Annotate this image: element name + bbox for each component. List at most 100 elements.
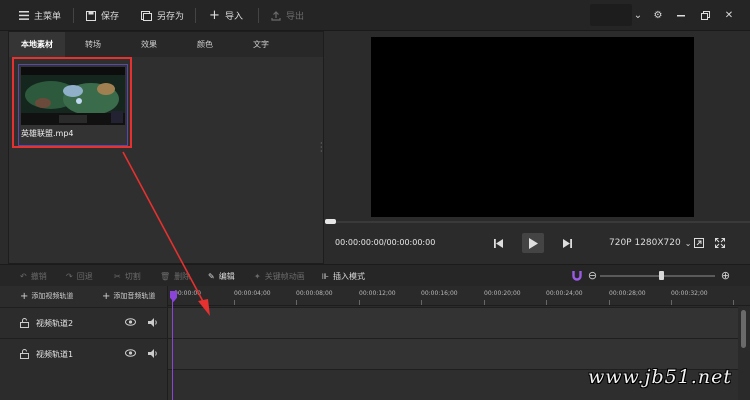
delete-button[interactable]: 🗑 删除	[160, 265, 190, 287]
edit-button[interactable]: ✎ 编辑	[208, 265, 235, 287]
undo-button[interactable]: ↶ 撤销	[20, 265, 47, 287]
settings-gear-icon[interactable]: ⚙	[647, 0, 669, 31]
ruler-tick	[234, 300, 235, 305]
save-as-button[interactable]: 另存为	[141, 0, 184, 31]
ruler-tick	[484, 300, 485, 305]
resolution-value: 720P 1280X720	[609, 238, 681, 248]
close-icon[interactable]: ✕	[718, 0, 740, 31]
scissors-icon: ✂	[114, 271, 121, 281]
fullscreen-icon[interactable]	[710, 233, 730, 253]
undo-icon: ↶	[20, 271, 27, 281]
export-button[interactable]: 导出	[270, 0, 304, 31]
speaker-icon[interactable]	[148, 318, 159, 329]
ruler-tick	[733, 300, 734, 305]
restore-icon[interactable]	[694, 0, 716, 31]
preview-panel: 00:00:00:00/00:00:00:00 720P 1280X720 ⌄	[325, 31, 750, 264]
undo-label: 撤销	[30, 271, 47, 281]
save-button[interactable]: 保存	[85, 0, 119, 31]
track-lane-video-2[interactable]	[168, 307, 738, 338]
track-label: 视频轨道1	[36, 350, 74, 359]
tab-text[interactable]: 文字	[233, 32, 289, 57]
panel-resize-handle[interactable]: · · ·	[320, 140, 323, 156]
minimize-icon[interactable]	[670, 0, 692, 31]
speaker-icon[interactable]	[148, 349, 159, 360]
ruler-tick-label: 00:00:12;00	[359, 290, 396, 297]
ruler-tick	[359, 300, 360, 305]
edit-label: 编辑	[218, 271, 235, 281]
import-label: 导入	[225, 12, 244, 22]
redo-button[interactable]: ↷ 回退	[66, 265, 93, 287]
zoom-slider-handle[interactable]	[659, 271, 664, 280]
save-icon	[85, 10, 96, 21]
watermark: www.jb51.net	[588, 366, 732, 388]
resolution-select[interactable]: 720P 1280X720 ⌄	[609, 238, 691, 248]
zoom-slider-track[interactable]	[600, 275, 715, 277]
tab-effects[interactable]: 效果	[121, 32, 177, 57]
tab-transitions[interactable]: 转场	[65, 32, 121, 57]
save-as-label: 另存为	[157, 12, 185, 22]
zoom-in-icon[interactable]: ⊕	[719, 269, 732, 282]
ruler-tick-label: 00:00:04;00	[234, 290, 271, 297]
timeline-ruler[interactable]: 00:00:00 00:00:04;00 00:00:08;00 00:00:1…	[168, 286, 750, 306]
ruler-tick	[421, 300, 422, 305]
pencil-icon: ✎	[208, 271, 215, 281]
delete-label: 删除	[174, 271, 191, 281]
insert-mode-label: 插入模式	[332, 271, 365, 281]
ruler-tick	[296, 300, 297, 305]
export-icon	[270, 10, 281, 21]
divider	[258, 8, 259, 23]
import-button[interactable]: + 导入	[209, 0, 243, 31]
insert-mode-button[interactable]: ⊪ 插入模式	[322, 265, 365, 287]
media-library-panel: 本地素材 转场 效果 颜色 文字 英雄联盟.mp4 · · ·	[8, 31, 324, 264]
lock-icon[interactable]	[20, 318, 29, 330]
video-preview-canvas	[371, 37, 694, 217]
trash-icon: 🗑	[160, 271, 171, 281]
scrollbar-thumb[interactable]	[741, 310, 746, 348]
add-audio-track-button[interactable]: + 添加音频轨道	[102, 286, 155, 306]
lock-icon[interactable]	[20, 349, 29, 361]
tab-local-media[interactable]: 本地素材	[9, 32, 65, 57]
dropdown-icon[interactable]: ⌄	[627, 0, 649, 31]
track-lane-video-1[interactable]	[168, 338, 738, 369]
ruler-tick-label: 00:00:28;00	[609, 290, 646, 297]
track-header-area: + 添加视频轨道 + 添加音频轨道 视频轨道2 视频轨道1	[0, 286, 168, 400]
hamburger-icon	[18, 10, 29, 21]
ruler-tick-label: 00:00:16;00	[421, 290, 458, 297]
top-menu-bar: 主菜单 保存 另存为 + 导入 导出 ⌄ ⚙ ✕	[0, 0, 750, 31]
redo-label: 回退	[76, 271, 93, 281]
timeline-scrollbar[interactable]	[738, 306, 750, 400]
ruler-tick-label: 00:00:24;00	[546, 290, 583, 297]
eye-icon[interactable]	[125, 318, 136, 328]
preview-scrub-handle[interactable]	[325, 219, 336, 224]
zoom-out-icon[interactable]: ⊖	[586, 269, 599, 282]
eye-icon[interactable]	[125, 349, 136, 359]
save-as-icon	[141, 10, 152, 21]
ruler-tick-label: 00:00:00	[174, 290, 201, 297]
magnet-snap-icon[interactable]	[571, 269, 583, 282]
track-header-video-1: 视频轨道1	[0, 338, 168, 369]
ruler-tick-label: 00:00:20;00	[484, 290, 521, 297]
previous-frame-icon[interactable]	[488, 233, 508, 253]
keyframe-label: 关键帧动画	[264, 271, 305, 281]
playhead-line	[172, 292, 173, 400]
preview-scrub-bar[interactable]	[325, 221, 750, 223]
redo-icon: ↷	[66, 271, 73, 281]
keyframe-button[interactable]: ✦ 关键帧动画	[254, 265, 305, 287]
next-frame-icon[interactable]	[557, 233, 577, 253]
ruler-tick	[609, 300, 610, 305]
snapshot-icon[interactable]	[689, 233, 709, 253]
cut-button[interactable]: ✂ 切割	[114, 265, 141, 287]
plus-icon: +	[209, 8, 220, 23]
tab-colors[interactable]: 颜色	[177, 32, 233, 57]
media-item-name: 英雄联盟.mp4	[21, 129, 74, 138]
add-video-track-label: 添加视频轨道	[31, 292, 74, 300]
main-menu-label: 主菜单	[34, 12, 62, 22]
divider	[73, 8, 74, 23]
plus-icon: +	[20, 290, 29, 302]
main-menu-button[interactable]: 主菜单	[18, 0, 61, 31]
add-video-track-button[interactable]: + 添加视频轨道	[20, 286, 73, 306]
media-item[interactable]: 英雄联盟.mp4	[18, 64, 128, 146]
cut-label: 切割	[124, 271, 141, 281]
play-button[interactable]	[522, 233, 544, 253]
track-header-video-2: 视频轨道2	[0, 307, 168, 338]
